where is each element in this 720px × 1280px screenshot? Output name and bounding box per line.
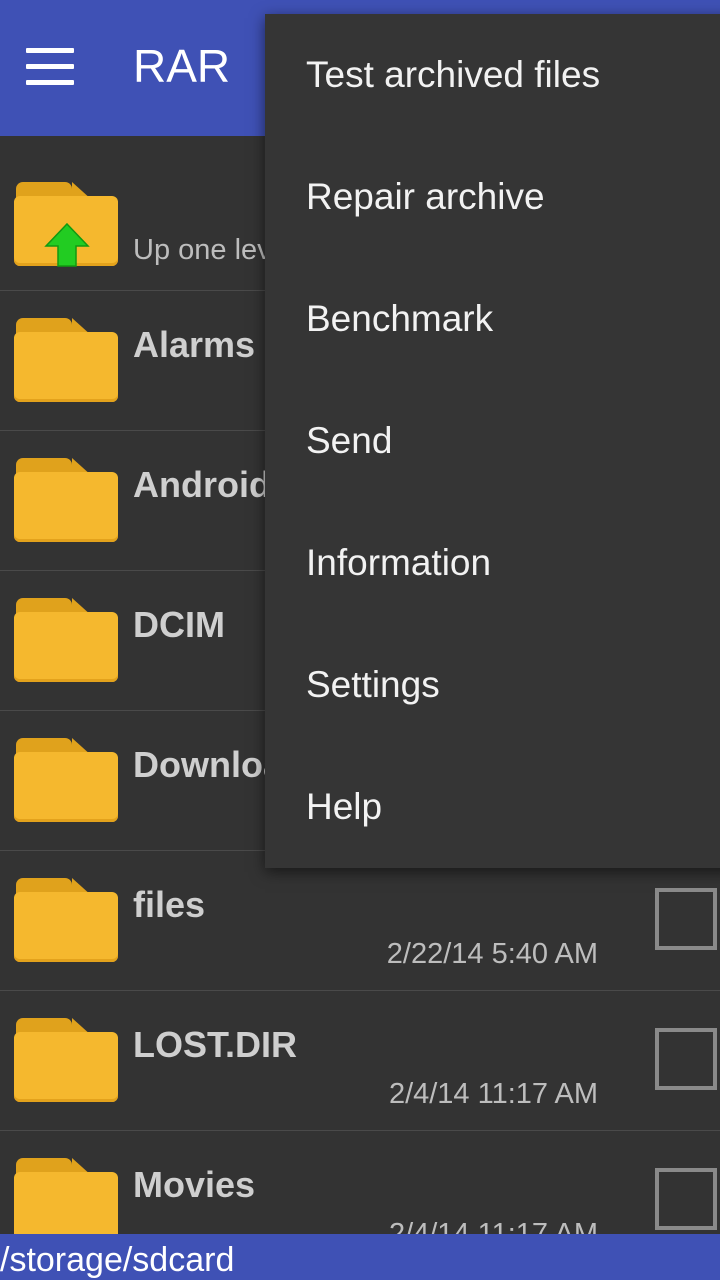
hamburger-icon-bar [26,80,74,85]
file-name: DCIM [133,604,225,645]
folder-icon [14,598,118,682]
folder-icon [14,878,118,962]
file-name: Movies [133,1164,256,1205]
hamburger-icon-bar [26,64,74,69]
hamburger-icon [26,48,74,53]
menu-item-settings[interactable]: Settings [265,624,720,746]
folder-icon [14,458,118,542]
folder-up-icon [14,182,118,267]
folder-icon [14,738,118,822]
select-checkbox[interactable] [655,1028,717,1090]
menu-item-test-archived-files[interactable]: Test archived files [265,14,720,136]
list-item[interactable]: LOST.DIR 2/4/14 11:17 AM [0,990,720,1131]
menu-button[interactable] [14,34,86,98]
overflow-menu: Test archived files Repair archive Bench… [265,14,720,868]
menu-item-help[interactable]: Help [265,746,720,868]
file-name: files [133,884,206,925]
file-name: Alarms [133,324,256,365]
path-bar: /storage/sdcard [0,1234,720,1280]
select-checkbox[interactable] [655,1168,717,1230]
folder-icon [14,318,118,402]
list-item[interactable]: files 2/22/14 5:40 AM [0,850,720,991]
folder-icon [14,1158,118,1234]
list-item[interactable]: Movies 2/4/14 11:17 AM [0,1130,720,1234]
file-date: 2/4/14 11:17 AM [388,1218,598,1234]
select-checkbox[interactable] [655,888,717,950]
menu-item-send[interactable]: Send [265,380,720,502]
app-title: RAR [133,40,231,92]
menu-item-benchmark[interactable]: Benchmark [265,258,720,380]
file-name: LOST.DIR [133,1024,298,1065]
file-name: Android [133,464,271,505]
folder-icon [14,1018,118,1102]
menu-item-information[interactable]: Information [265,502,720,624]
up-arrow-icon [44,222,90,267]
menu-item-repair-archive[interactable]: Repair archive [265,136,720,258]
file-date: 2/22/14 5:40 AM [386,938,598,970]
file-date: 2/4/14 11:17 AM [388,1078,598,1110]
